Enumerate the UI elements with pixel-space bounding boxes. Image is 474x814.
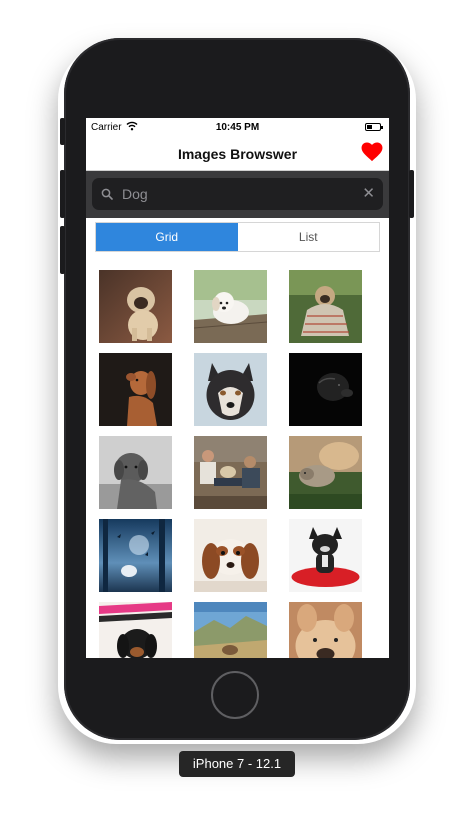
battery-icon <box>365 123 383 131</box>
search-bar: ✕ <box>86 171 389 218</box>
status-time: 10:45 PM <box>215 122 260 133</box>
heart-icon[interactable] <box>361 142 383 162</box>
image-tile-husky-portrait[interactable] <box>194 353 267 426</box>
fantasy-forest-image <box>99 519 172 592</box>
french-bulldog-closeup-image <box>289 602 362 658</box>
mute-switch <box>60 118 65 145</box>
search-icon <box>101 188 113 200</box>
image-tile-french-bulldog-closeup[interactable] <box>289 602 362 658</box>
close-icon[interactable]: ✕ <box>362 185 375 203</box>
search-input[interactable] <box>122 183 347 205</box>
image-tile-white-puppy-on-wood-dock[interactable] <box>194 270 267 343</box>
navigation-bar: Images Browswer <box>86 138 389 171</box>
image-tile-pug-on-brown-background[interactable] <box>99 270 172 343</box>
image-tile-dog-in-blue-fantasy-forest[interactable] <box>99 519 172 592</box>
grey-puppy-image <box>99 436 172 509</box>
husky-image <box>194 353 267 426</box>
black-dog-image <box>289 353 362 426</box>
image-tile-dachshund-looking-up[interactable] <box>99 353 172 426</box>
image-tile-french-bulldog-on-red-cushion[interactable] <box>289 519 362 592</box>
pug-blanket-image <box>289 270 362 343</box>
search-field[interactable]: ✕ <box>92 178 383 210</box>
dachshund-image <box>99 353 172 426</box>
view-mode-segmented-control: Grid List <box>95 222 380 252</box>
volume-down-button <box>60 226 65 274</box>
volume-up-button <box>60 170 65 218</box>
people-dog-image <box>194 436 267 509</box>
image-tile-dachshund-puppy-striped-blanket[interactable] <box>99 602 172 658</box>
image-tile-spaniel-puppy-lying[interactable] <box>194 519 267 592</box>
page-title: Images Browswer <box>177 146 298 162</box>
simulator-device-label: iPhone 7 - 12.1 <box>179 751 295 777</box>
status-bar: Carrier 10:45 PM <box>86 118 389 138</box>
segment-grid[interactable]: Grid <box>96 223 238 251</box>
image-tile-dog-on-mountain-landscape[interactable] <box>194 602 267 658</box>
image-tile-cat-and-dog-cuddling[interactable] <box>289 436 362 509</box>
mountain-dog-image <box>194 602 267 658</box>
pug-image <box>99 270 172 343</box>
app-screen: Carrier 10:45 PM Images Browswer ✕ Grid … <box>86 118 389 658</box>
image-tile-black-dog-in-dark[interactable] <box>289 353 362 426</box>
cat-dog-image <box>289 436 362 509</box>
power-button <box>409 170 414 218</box>
image-tile-people-sitting-with-dog[interactable] <box>194 436 267 509</box>
home-button[interactable] <box>211 671 259 719</box>
spaniel-image <box>194 519 267 592</box>
segment-list[interactable]: List <box>237 223 379 251</box>
white-puppy-image <box>194 270 267 343</box>
french-bulldog-cushion-image <box>289 519 362 592</box>
image-tile-pug-wrapped-in-blanket[interactable] <box>289 270 362 343</box>
image-tile-grey-puppy-black-and-white[interactable] <box>99 436 172 509</box>
dachshund-puppy-image <box>99 602 172 658</box>
